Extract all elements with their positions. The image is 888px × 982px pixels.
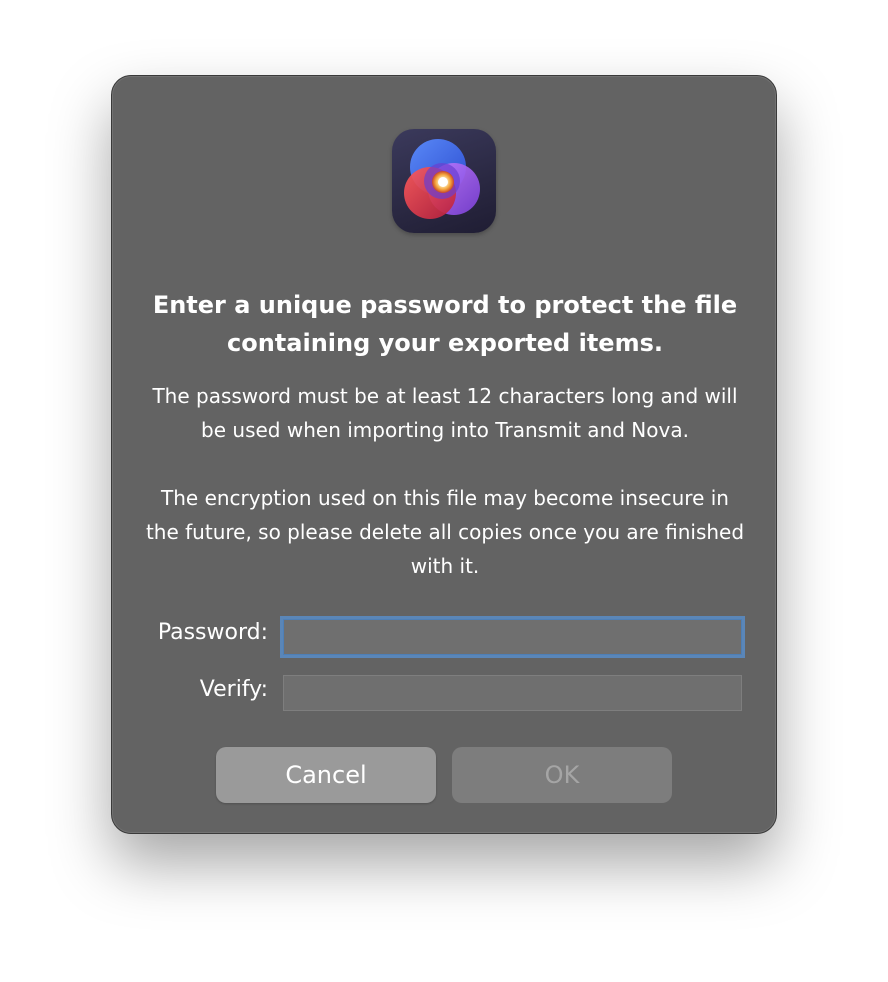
- password-field[interactable]: [283, 619, 742, 655]
- app-icon: [392, 129, 496, 233]
- dialog-headline: Enter a unique password to protect the f…: [152, 291, 738, 357]
- verify-password-field[interactable]: [283, 675, 742, 711]
- ok-button[interactable]: OK: [452, 747, 672, 803]
- encryption-warning-text: The encryption used on this file may bec…: [145, 486, 745, 578]
- verify-label: Verify:: [199, 677, 268, 702]
- password-requirement-text: The password must be at least 12 charact…: [152, 384, 738, 442]
- export-password-dialog: Enter a unique password to protect the f…: [111, 75, 777, 834]
- cancel-button[interactable]: Cancel: [216, 747, 436, 803]
- password-label: Password:: [157, 620, 268, 645]
